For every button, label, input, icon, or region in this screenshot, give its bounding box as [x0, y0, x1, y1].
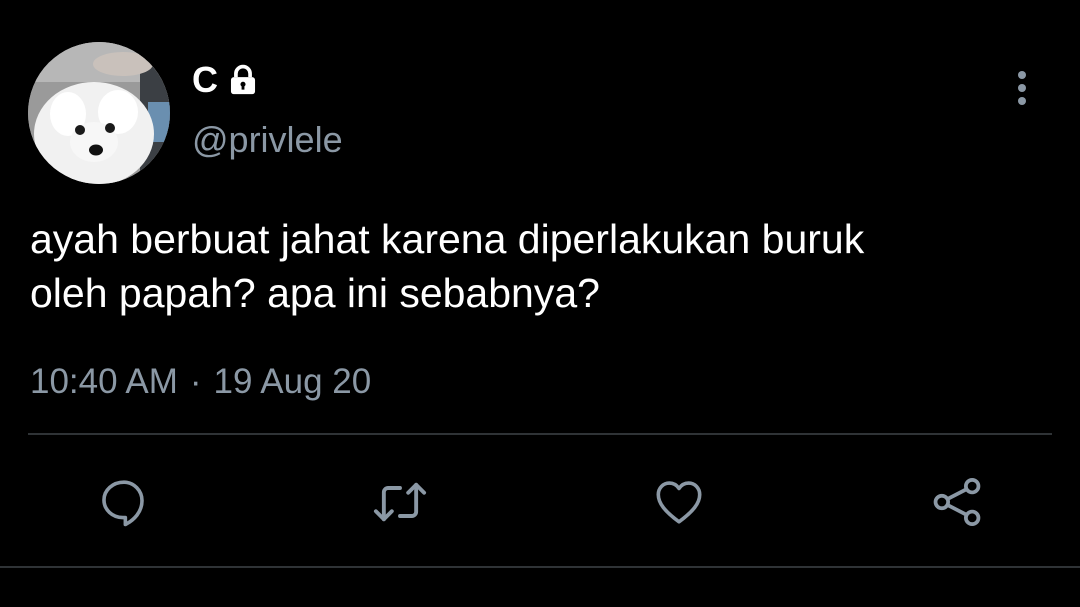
tweet-text-line: ayah berbuat jahat karena diperlakukan b…	[30, 216, 865, 262]
share-icon	[933, 477, 981, 527]
heart-icon	[656, 481, 702, 524]
tweet-text-line: oleh papah? apa ini sebabnya?	[30, 270, 600, 316]
avatar[interactable]	[28, 42, 170, 184]
dog-avatar-image	[28, 42, 170, 184]
display-name[interactable]: C	[192, 58, 218, 102]
share-button[interactable]	[929, 474, 985, 530]
tweet-text: ayah berbuat jahat karena diperlakukan b…	[30, 212, 1050, 320]
tweet-timestamp: 10:40 AM · 19 Aug 20	[30, 360, 371, 404]
lock-icon	[226, 63, 260, 97]
meta-separator: ·	[189, 362, 202, 401]
tweet-date: 19 Aug 20	[213, 362, 372, 401]
retweet-button[interactable]	[372, 474, 428, 530]
tweet-detail: C @privlele ayah berbuat jahat karena di…	[0, 0, 1080, 607]
retweet-icon	[373, 482, 427, 522]
tweet-time: 10:40 AM	[30, 362, 178, 401]
more-options-icon[interactable]	[1008, 66, 1036, 110]
divider	[0, 566, 1080, 568]
divider	[28, 433, 1052, 435]
author-row: C	[192, 58, 260, 102]
author-handle[interactable]: @privlele	[192, 118, 343, 162]
like-button[interactable]	[651, 474, 707, 530]
reply-icon	[102, 480, 144, 527]
reply-button[interactable]	[96, 474, 152, 530]
